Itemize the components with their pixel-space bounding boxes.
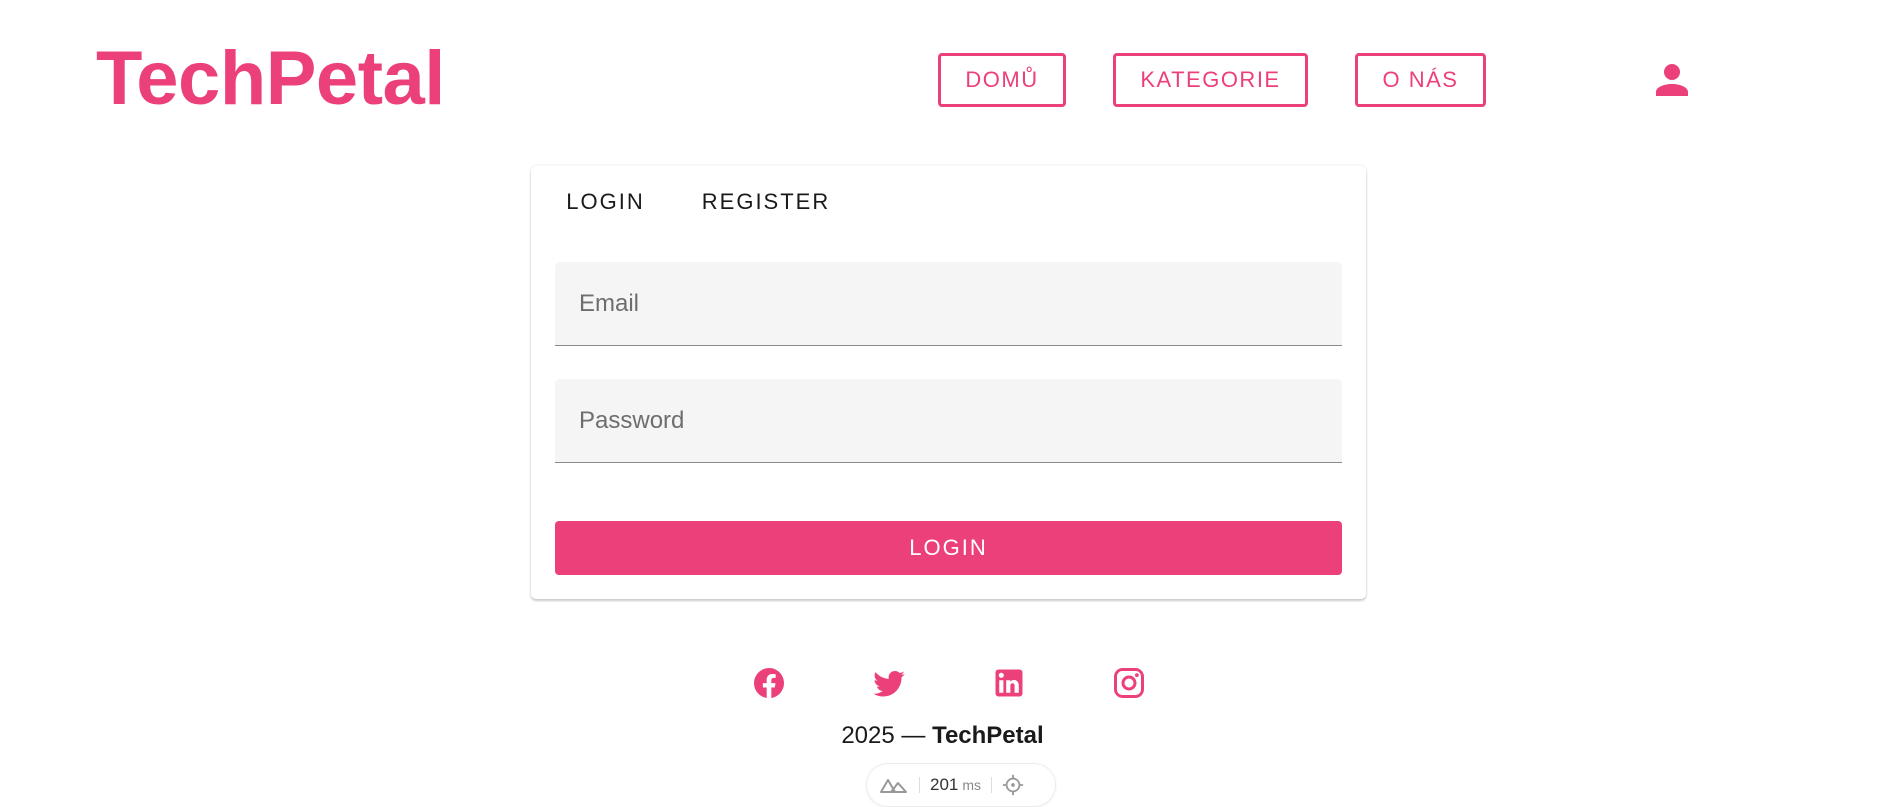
nav-button-about[interactable]: O NÁS: [1355, 53, 1486, 107]
nuxt-icon[interactable]: [879, 775, 909, 795]
crosshair-icon[interactable]: [1002, 774, 1024, 796]
facebook-icon[interactable]: [751, 665, 787, 701]
copyright-year: 2025: [841, 722, 895, 749]
divider: [919, 777, 920, 793]
copyright-brand: TechPetal: [932, 722, 1044, 749]
instagram-icon[interactable]: [1111, 665, 1147, 701]
render-time: 201 ms: [930, 775, 981, 795]
login-button[interactable]: LOGIN: [555, 521, 1342, 575]
nav-button-home[interactable]: DOMŮ: [938, 53, 1066, 107]
auth-tabs: LOGIN REGISTER: [531, 166, 828, 238]
dev-toolbar: 201 ms: [866, 763, 1056, 807]
account-icon[interactable]: [1648, 56, 1696, 104]
copyright-separator: —: [901, 722, 926, 749]
auth-card: LOGIN REGISTER LOGIN: [531, 166, 1366, 599]
nav-button-categories[interactable]: KATEGORIE: [1113, 53, 1308, 107]
password-field[interactable]: [555, 379, 1342, 462]
twitter-icon[interactable]: [871, 665, 907, 701]
tab-login[interactable]: LOGIN: [531, 166, 668, 238]
email-field-container: [555, 262, 1342, 346]
linkedin-icon[interactable]: [991, 665, 1027, 701]
copyright-text: 2025 — TechPetal: [0, 722, 1885, 750]
email-field[interactable]: [555, 262, 1342, 345]
render-time-unit: ms: [962, 777, 982, 793]
password-field-container: [555, 379, 1342, 463]
tab-register[interactable]: REGISTER: [668, 166, 828, 238]
divider: [991, 777, 993, 793]
render-time-value: 201: [930, 775, 959, 794]
site-logo[interactable]: TechPetal: [96, 34, 445, 124]
